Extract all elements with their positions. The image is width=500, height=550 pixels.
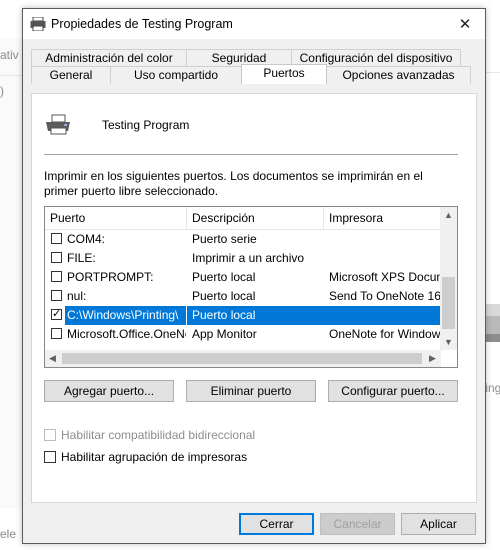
- scroll-up-icon[interactable]: ▲: [444, 210, 453, 220]
- vertical-scroll-thumb[interactable]: [442, 277, 455, 329]
- title-bar: Propiedades de Testing Program ✕: [23, 9, 485, 39]
- tab-advanced[interactable]: Opciones avanzadas: [326, 66, 471, 84]
- checkbox-label: Habilitar agrupación de impresoras: [61, 450, 248, 464]
- port-printer-cell: Send To OneNote 16: [329, 289, 441, 303]
- port-printer-cell: [324, 306, 441, 325]
- column-header-printer[interactable]: Impresora: [324, 207, 441, 229]
- tab-label: General: [49, 68, 93, 82]
- column-header-label: Impresora: [329, 211, 384, 225]
- close-window-button[interactable]: ✕: [445, 9, 485, 39]
- port-printer-cell: Microsoft XPS Document Writer: [329, 270, 441, 284]
- port-name-cell: C:\Windows\Printing\: [65, 306, 186, 325]
- port-description-cell: Imprimir a un archivo: [192, 251, 305, 265]
- delete-port-button[interactable]: Eliminar puerto: [186, 380, 316, 402]
- add-port-button[interactable]: Agregar puerto...: [44, 380, 174, 402]
- port-checkbox[interactable]: [51, 271, 62, 282]
- table-row[interactable]: FILE: Imprimir a un archivo: [45, 249, 441, 268]
- configure-port-button[interactable]: Configurar puerto...: [328, 380, 458, 402]
- port-name-cell: nul:: [67, 289, 87, 303]
- table-row[interactable]: COM4: Puerto serie: [45, 230, 441, 249]
- column-header-port[interactable]: Puerto: [45, 207, 187, 229]
- tab-label: Opciones avanzadas: [342, 68, 455, 82]
- tab-label: Configuración del dispositivo: [299, 51, 453, 65]
- tab-label: Seguridad: [211, 51, 267, 65]
- background-text-fragment: ele: [0, 527, 17, 541]
- background-text-fragment: ativ: [0, 48, 19, 62]
- checkbox-box[interactable]: [44, 429, 56, 441]
- port-checkbox[interactable]: [51, 307, 62, 320]
- background-divider: [486, 72, 500, 73]
- port-name-cell: Microsoft.Office.OneNote: [67, 327, 186, 341]
- port-description-cell: Puerto serie: [192, 232, 257, 246]
- horizontal-scroll-thumb[interactable]: [62, 353, 422, 364]
- port-printer-cell: OneNote for Windows 10: [329, 327, 441, 341]
- list-header: Puerto Descripción Impresora: [45, 207, 441, 230]
- table-row[interactable]: PORTPROMPT: Puerto local Microsoft XPS Doc…: [45, 268, 441, 287]
- separator: [44, 154, 458, 155]
- dialog-title: Propiedades de Testing Program: [51, 17, 233, 31]
- tab-sharing[interactable]: Uso compartido: [110, 66, 242, 84]
- printer-icon: [30, 17, 46, 31]
- checkbox-label: Habilitar compatibilidad bidireccional: [61, 428, 256, 442]
- tab-general[interactable]: General: [31, 66, 111, 84]
- background-window: [0, 38, 22, 508]
- column-header-label: Descripción: [192, 211, 255, 225]
- ports-description: Imprimir en los siguientes puertos. Los …: [44, 169, 423, 198]
- column-header-description[interactable]: Descripción: [187, 207, 324, 229]
- background-text-fragment: ): [0, 84, 4, 98]
- printer-icon: [46, 114, 70, 135]
- port-name-cell: PORTPROMPT:: [67, 270, 154, 284]
- port-printer-cell: [324, 249, 441, 268]
- port-description-cell: Puerto local: [192, 289, 256, 303]
- tab-label: Administración del color: [45, 51, 173, 65]
- checkbox-box[interactable]: [44, 451, 56, 463]
- ports-list[interactable]: Puerto Descripción Impresora COM4: Puerto…: [44, 206, 458, 368]
- scroll-left-icon[interactable]: ◀: [49, 353, 56, 364]
- tab-label: Puertos: [263, 66, 305, 80]
- scroll-down-icon[interactable]: ▼: [444, 337, 453, 347]
- port-description-cell: Puerto local: [192, 270, 256, 284]
- table-row[interactable]: C:\Windows\Printing\Puerto local: [45, 306, 441, 325]
- port-description-cell: Puerto local: [187, 306, 324, 325]
- tab-label: Uso compartido: [133, 68, 219, 82]
- cancel-button[interactable]: Cancelar: [320, 513, 395, 535]
- tab-ports[interactable]: Puertos: [241, 64, 327, 84]
- horizontal-scrollbar[interactable]: ◀ ▶: [45, 350, 441, 367]
- scroll-right-icon[interactable]: ▶: [429, 353, 436, 364]
- printer-name: Testing Program: [102, 118, 190, 132]
- ports-tab-panel: Testing Program Imprimir en los siguient…: [31, 93, 477, 503]
- table-row[interactable]: Microsoft.Office.OneNote App Monitor OneNo…: [45, 325, 441, 344]
- background-divider: [0, 75, 22, 76]
- port-checkbox[interactable]: [51, 233, 62, 244]
- port-checkbox[interactable]: [51, 328, 62, 339]
- ports-rows: COM4: Puerto serie FILE: Imprimir a un arch…: [45, 230, 441, 344]
- port-checkbox[interactable]: [51, 252, 62, 263]
- close-button[interactable]: Cerrar: [239, 513, 314, 535]
- table-row[interactable]: nul: Puerto local Send To OneNote 16: [45, 287, 441, 306]
- tab-color-management[interactable]: Administración del color: [31, 49, 187, 67]
- port-checkbox[interactable]: [51, 290, 62, 301]
- port-name-cell: COM4:: [67, 232, 106, 246]
- apply-button[interactable]: Aplicar: [401, 513, 476, 535]
- column-header-label: Puerto: [50, 211, 86, 225]
- port-description-cell: App Monitor: [192, 327, 257, 341]
- printer-properties-dialog: Propiedades de Testing Program ✕ Adminis…: [22, 8, 486, 544]
- close-icon: ✕: [458, 16, 472, 33]
- port-printer-cell: [324, 230, 441, 249]
- vertical-scrollbar[interactable]: ▲ ▼: [440, 207, 457, 350]
- port-name-cell: FILE:: [67, 251, 96, 265]
